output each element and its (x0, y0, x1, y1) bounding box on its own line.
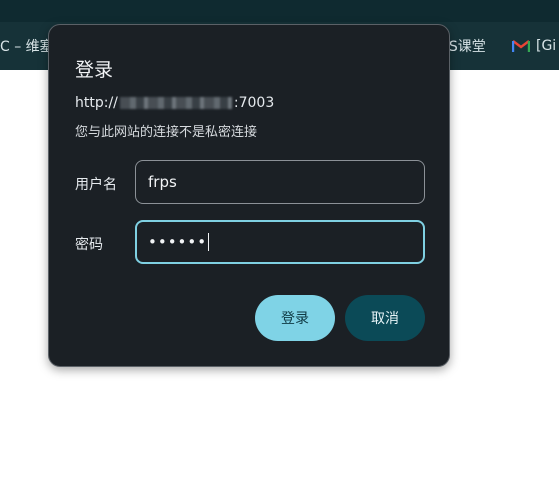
dialog-title: 登录 (75, 59, 114, 81)
redacted-host (119, 97, 232, 109)
connection-warning: 您与此网站的连接不是私密连接 (75, 125, 258, 140)
text-caret (208, 233, 210, 251)
bookmark-label: C – 维塞 (0, 39, 54, 55)
site-url: http:// :7003 (75, 95, 274, 111)
password-label: 密码 (75, 237, 103, 253)
bookmark-item-partial[interactable]: C – 维塞 (0, 22, 54, 70)
url-prefix: http:// (75, 95, 118, 111)
username-value: frps (148, 173, 177, 191)
browser-tab-strip (0, 0, 559, 22)
username-field[interactable]: frps (135, 160, 425, 204)
password-field[interactable]: •••••• (135, 220, 425, 264)
login-button[interactable]: 登录 (255, 295, 335, 341)
bookmark-item-gmail[interactable]: [Gi (511, 22, 557, 70)
username-label: 用户名 (75, 177, 117, 193)
password-mask: •••••• (148, 233, 208, 251)
url-suffix: :7003 (233, 95, 275, 111)
login-dialog: 登录 http:// :7003 您与此网站的连接不是私密连接 用户名 frps… (48, 24, 450, 367)
gmail-icon (511, 39, 531, 53)
cancel-button[interactable]: 取消 (345, 295, 425, 341)
bookmark-label: [Gi (536, 38, 557, 54)
